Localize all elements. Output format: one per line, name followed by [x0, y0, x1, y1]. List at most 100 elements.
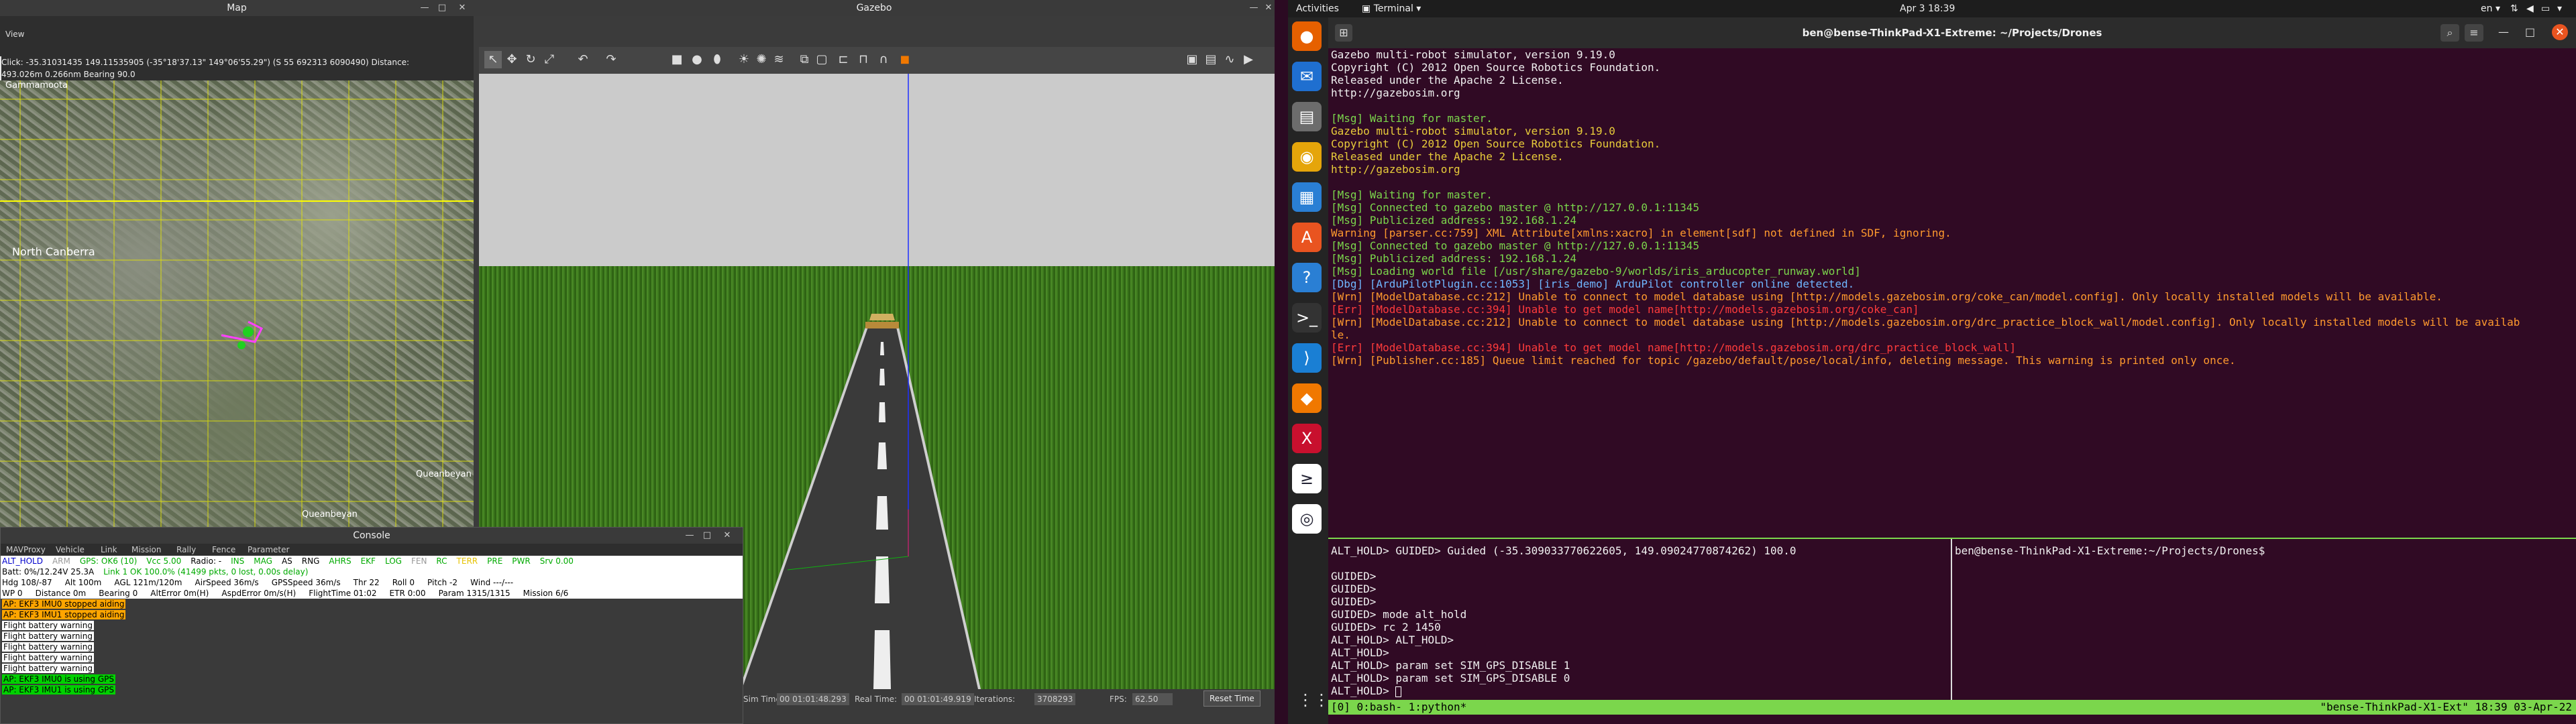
point-light-icon[interactable]: ☀	[735, 51, 753, 68]
close-button[interactable]: ✕	[2552, 24, 2568, 40]
close-button[interactable]: ✕	[453, 0, 471, 16]
status-indicator: Srv 0.00	[539, 556, 574, 566]
directional-light-icon[interactable]: ≋	[770, 51, 788, 68]
gazebo-titlebar[interactable]: Gazebo	[474, 0, 1275, 16]
maximize-button[interactable]: □	[2525, 25, 2535, 38]
search-icon[interactable]: ⌕	[2440, 24, 2459, 42]
console-message: AP: EKF3 IMU1 stopped aiding	[2, 610, 126, 619]
xmind-icon[interactable]: X	[1292, 424, 1322, 453]
minimize-button[interactable]: —	[416, 0, 433, 16]
console-message: AP: EKF3 IMU0 stopped aiding	[2, 599, 126, 609]
terminal-line: http://gazebosim.org	[1331, 86, 1460, 99]
paste-icon[interactable]: ▢	[813, 51, 830, 68]
plot-icon[interactable]: ∿	[1221, 51, 1238, 68]
console-menu-item[interactable]: Parameter	[248, 544, 289, 556]
libreoffice-writer-icon[interactable]: ▦	[1292, 182, 1322, 212]
record-icon[interactable]: ◼	[896, 51, 914, 68]
firefox-icon[interactable]: ●	[1292, 21, 1322, 51]
minimize-button[interactable]: —	[681, 528, 698, 544]
close-button[interactable]: ✕	[1260, 0, 1277, 16]
sphere-shape-icon[interactable]: ●	[688, 51, 706, 68]
video-icon[interactable]: ▶	[1240, 51, 1257, 68]
box-shape-icon[interactable]: ■	[668, 51, 686, 68]
clock[interactable]: Apr 3 18:39	[1900, 0, 1955, 17]
tmux-pane-shell-prompt[interactable]: ben@bense-ThinkPad-X1-Extreme:~/Projects…	[1955, 544, 2265, 557]
console-menu-item[interactable]: MAVProxy	[6, 544, 46, 556]
terminal-line: Gazebo multi-robot simulator, version 9.…	[1331, 48, 1615, 61]
help-icon[interactable]: ?	[1292, 263, 1322, 292]
copy-icon[interactable]: ⧉	[796, 51, 813, 68]
powershell-icon[interactable]: ≥	[1292, 464, 1322, 493]
terminal-line: [Msg] Publicized address: 192.168.1.24	[1331, 214, 1577, 227]
console-titlebar[interactable]: Console	[1, 528, 743, 544]
map-info-line2: 493.026m 0.266nm Bearing 90.0	[1, 68, 474, 80]
volume-icon[interactable]: ◀	[2526, 0, 2534, 17]
layers-icon[interactable]: ◆	[1292, 383, 1322, 413]
log-icon[interactable]: ▤	[1202, 51, 1220, 68]
close-button[interactable]: ✕	[718, 528, 736, 544]
terminal-titlebar[interactable]: ben@bense-ThinkPad-X1-Extreme: ~/Project…	[1328, 17, 2576, 48]
console-menu-item[interactable]: Link	[101, 544, 117, 556]
reset-time-button[interactable]: Reset Time	[1203, 690, 1260, 707]
terminal-output[interactable]: Gazebo multi-robot simulator, version 9.…	[1331, 48, 2572, 538]
map-label: Gammamoota	[5, 80, 68, 90]
new-tab-icon[interactable]: ⊞	[1335, 24, 1352, 42]
software-center-icon[interactable]: A	[1292, 223, 1322, 252]
maximize-button[interactable]: □	[433, 0, 451, 16]
menu-view[interactable]: View	[5, 29, 24, 39]
network-icon[interactable]: ⇅	[2510, 0, 2518, 17]
align-icon[interactable]: ⊏	[835, 51, 852, 68]
status-indicator: AHRS	[329, 556, 352, 566]
redo-icon[interactable]: ↷	[602, 51, 620, 68]
cylinder-shape-icon[interactable]: ⬮	[708, 51, 726, 68]
terminal-app-menu[interactable]: ▣ Terminal ▾	[1362, 0, 1421, 17]
hamburger-menu-icon[interactable]: ≡	[2465, 24, 2483, 42]
tmux-window-list[interactable]: [0] 0:bash- 1:python*	[1331, 701, 1466, 713]
console-menu-item[interactable]: Rally	[176, 544, 196, 556]
map-titlebar[interactable]: Map	[0, 0, 474, 16]
app-menu-label: Terminal	[1373, 3, 1413, 14]
console-message: Flight battery warning	[2, 664, 94, 673]
console-menubar: MAVProxy Vehicle Link Mission Rally Fence Para…	[1, 544, 743, 556]
screenshot-icon[interactable]: ▣	[1183, 51, 1201, 68]
spot-light-icon[interactable]: ✺	[753, 51, 770, 68]
map-view[interactable]: Gammamoota North Canberra Queanbeyan Que…	[0, 80, 474, 530]
console-window: Console — □ ✕ MAVProxy Vehicle Link Mission…	[0, 527, 743, 724]
undo-icon[interactable]: ↶	[574, 51, 592, 68]
language-indicator[interactable]: en ▾	[2481, 0, 2500, 17]
snap-icon[interactable]: ⊓	[855, 51, 872, 68]
translate-mode-icon[interactable]: ✥	[503, 51, 521, 68]
console-menu-item[interactable]: Vehicle	[56, 544, 85, 556]
console-menu-item[interactable]: Fence	[212, 544, 235, 556]
show-apps-icon[interactable]: ⋮⋮	[1297, 690, 1330, 711]
qgroundcontrol-icon[interactable]: ◎	[1292, 504, 1322, 534]
console-menu-item[interactable]: Mission	[131, 544, 161, 556]
magnet-icon[interactable]: ∩	[875, 51, 892, 68]
status-indicator: RC	[436, 556, 447, 566]
select-mode-icon[interactable]: ↖	[484, 51, 502, 68]
files-icon[interactable]: ▤	[1292, 102, 1322, 131]
minimize-button[interactable]: —	[2498, 25, 2509, 38]
rotate-mode-icon[interactable]: ↻	[522, 51, 539, 68]
terminal-icon[interactable]: >_	[1292, 303, 1322, 333]
tmux-host-clock: "bense-ThinkPad-X1-Ext" 18:39 03-Apr-22	[2320, 701, 2572, 713]
rhythmbox-icon[interactable]: ◉	[1292, 142, 1322, 172]
console-row-hdg: Hdg 108/-87 Alt 100m AGL 121m/120m AirSp…	[2, 578, 514, 587]
terminal-app-icon: ▣	[1362, 3, 1374, 14]
battery-icon[interactable]: ▭	[2541, 0, 2550, 17]
thunderbird-icon[interactable]: ✉	[1292, 62, 1322, 91]
console-messages: AP: EKF3 IMU0 stopped aiding AP: EKF3 IMU…	[1, 599, 743, 723]
status-indicator: TERR	[456, 556, 478, 566]
system-menu-icon[interactable]: ▾	[2557, 0, 2562, 17]
scale-mode-icon[interactable]: ⤢	[541, 51, 558, 68]
terminal-line: Warning [parser.cc:759] XML Attribute[xm…	[1331, 227, 1951, 239]
map-info-line1: Click: -35.31031435 149.11535905 (-35°18…	[1, 56, 474, 68]
console-message: AP: EKF3 IMU1 is using GPS	[2, 685, 116, 695]
activities-button[interactable]: Activities	[1296, 0, 1339, 17]
real-time-value: 00 01:01:49.919	[902, 693, 974, 705]
maximize-button[interactable]: □	[698, 528, 716, 544]
terminal-line: [Msg] Connected to gazebo master @ http:…	[1331, 239, 1700, 252]
tmux-pane-mavproxy[interactable]: ALT_HOLD> GUIDED> Guided (-35.3090337706…	[1331, 544, 1948, 700]
vscode-icon[interactable]: ⟩	[1292, 343, 1322, 373]
